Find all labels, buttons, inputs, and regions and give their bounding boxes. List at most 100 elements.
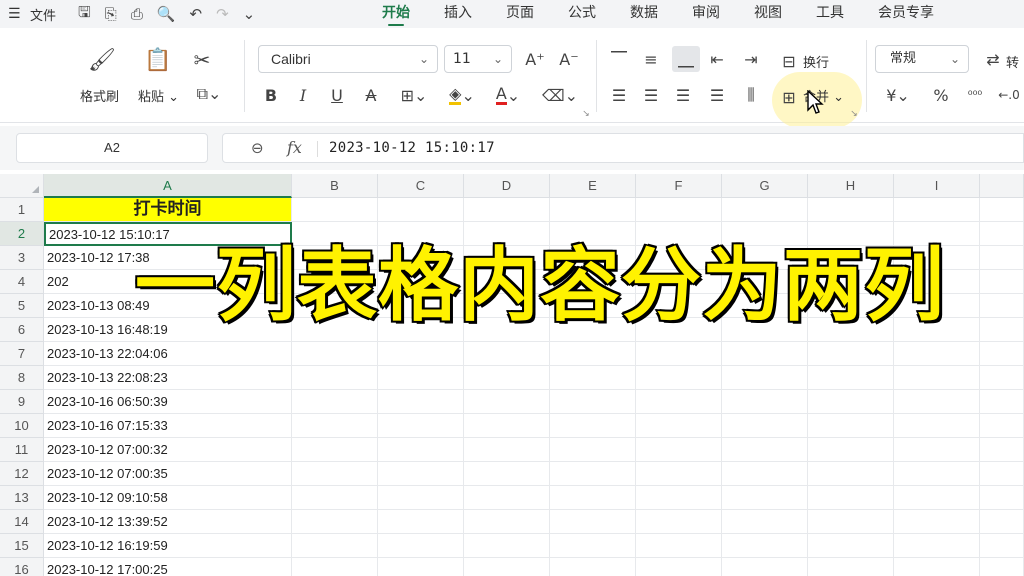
empty-cell[interactable] [980,438,1024,462]
empty-cell[interactable] [464,486,550,510]
empty-cell[interactable] [292,390,378,414]
formula-value[interactable]: 2023-10-12 15:10:17 [329,140,495,156]
empty-cell[interactable] [636,390,722,414]
empty-cell[interactable] [808,342,894,366]
cut-icon[interactable]: ✂ [190,48,214,72]
column-header[interactable]: D [464,174,550,198]
column-header[interactable]: E [550,174,636,198]
empty-cell[interactable] [292,366,378,390]
empty-cell[interactable] [980,414,1024,438]
row-header[interactable]: 10 [0,414,44,438]
empty-cell[interactable] [722,438,808,462]
empty-cell[interactable] [722,558,808,576]
data-cell[interactable]: 2023-10-12 09:10:58 [44,486,292,510]
empty-cell[interactable] [980,270,1024,294]
empty-cell[interactable] [722,534,808,558]
name-box[interactable]: A2 [16,133,208,163]
empty-cell[interactable] [378,390,464,414]
empty-cell[interactable] [292,558,378,576]
empty-cell[interactable] [808,390,894,414]
italic-icon[interactable]: I [294,84,312,106]
empty-cell[interactable] [464,558,550,576]
wrap-text-icon[interactable]: ⊟ [778,50,800,72]
empty-cell[interactable] [722,198,808,222]
tab-3[interactable]: 公式 [568,0,596,28]
border-icon[interactable]: ⊞⌄ [396,84,432,106]
empty-cell[interactable] [894,342,980,366]
empty-cell[interactable] [550,510,636,534]
empty-cell[interactable] [894,198,980,222]
data-cell[interactable]: 2023-10-16 06:50:39 [44,390,292,414]
alignment-launcher-icon[interactable]: ↘ [848,108,860,120]
empty-cell[interactable] [378,558,464,576]
row-header[interactable]: 9 [0,390,44,414]
empty-cell[interactable] [550,438,636,462]
empty-cell[interactable] [722,414,808,438]
select-all-corner[interactable] [0,174,44,198]
number-format-select[interactable]: 常规 ⌄ [875,45,969,73]
empty-cell[interactable] [980,246,1024,270]
empty-cell[interactable] [894,558,980,576]
empty-cell[interactable] [464,342,550,366]
empty-cell[interactable] [636,198,722,222]
empty-cell[interactable] [808,558,894,576]
empty-cell[interactable] [378,438,464,462]
formula-input[interactable]: ⊖ fx 2023-10-12 15:10:17 [222,133,1024,163]
empty-cell[interactable] [292,438,378,462]
strikethrough-icon[interactable]: A [362,84,380,106]
empty-cell[interactable] [464,390,550,414]
justify-icon[interactable]: ☰ [706,84,728,106]
empty-cell[interactable] [808,486,894,510]
empty-cell[interactable] [378,414,464,438]
empty-cell[interactable] [980,486,1024,510]
empty-cell[interactable] [980,294,1024,318]
row-header[interactable]: 7 [0,342,44,366]
empty-cell[interactable] [808,438,894,462]
format-painter-button[interactable]: 格式刷 [80,86,119,105]
currency-icon[interactable]: ¥⌄ [880,84,916,106]
align-middle-icon[interactable]: ≡ [640,48,662,70]
empty-cell[interactable] [808,366,894,390]
data-cell[interactable]: 2023-10-13 22:08:23 [44,366,292,390]
empty-cell[interactable] [636,534,722,558]
empty-cell[interactable] [894,486,980,510]
align-left-icon[interactable]: ☰ [608,84,630,106]
increase-font-icon[interactable]: A⁺ [524,48,546,70]
empty-cell[interactable] [894,390,980,414]
data-cell[interactable]: 2023-10-12 17:00:25 [44,558,292,576]
wrap-text-button[interactable]: 换行 [803,52,829,71]
empty-cell[interactable] [550,534,636,558]
column-header[interactable]: A [44,174,292,198]
empty-cell[interactable] [636,510,722,534]
empty-cell[interactable] [550,342,636,366]
row-header[interactable]: 8 [0,366,44,390]
empty-cell[interactable] [550,414,636,438]
font-launcher-icon[interactable]: ↘ [580,108,592,120]
row-header[interactable]: 12 [0,462,44,486]
align-right-icon[interactable]: ☰ [672,84,694,106]
empty-cell[interactable] [808,198,894,222]
column-header[interactable]: H [808,174,894,198]
empty-cell[interactable] [550,198,636,222]
empty-cell[interactable] [550,390,636,414]
empty-cell[interactable] [980,390,1024,414]
file-menu[interactable]: 文件 [30,5,56,24]
paste-icon[interactable]: 📋 [144,46,172,74]
decrease-indent-icon[interactable]: ⇤ [706,48,728,70]
tab-8[interactable]: 会员专享 [878,0,934,28]
empty-cell[interactable] [292,342,378,366]
row-header[interactable]: 1 [0,198,44,222]
font-size-select[interactable]: 11 ⌄ [444,45,512,73]
header-cell[interactable]: 打卡时间 [44,198,292,222]
empty-cell[interactable] [636,462,722,486]
save-icon[interactable]: 🖫 [78,2,91,27]
empty-cell[interactable] [550,462,636,486]
empty-cell[interactable] [550,486,636,510]
row-header[interactable]: 14 [0,510,44,534]
column-header[interactable]: C [378,174,464,198]
empty-cell[interactable] [894,438,980,462]
empty-cell[interactable] [636,342,722,366]
row-header[interactable]: 5 [0,294,44,318]
font-color-icon[interactable]: A ⌄ [490,84,526,106]
row-header[interactable]: 11 [0,438,44,462]
